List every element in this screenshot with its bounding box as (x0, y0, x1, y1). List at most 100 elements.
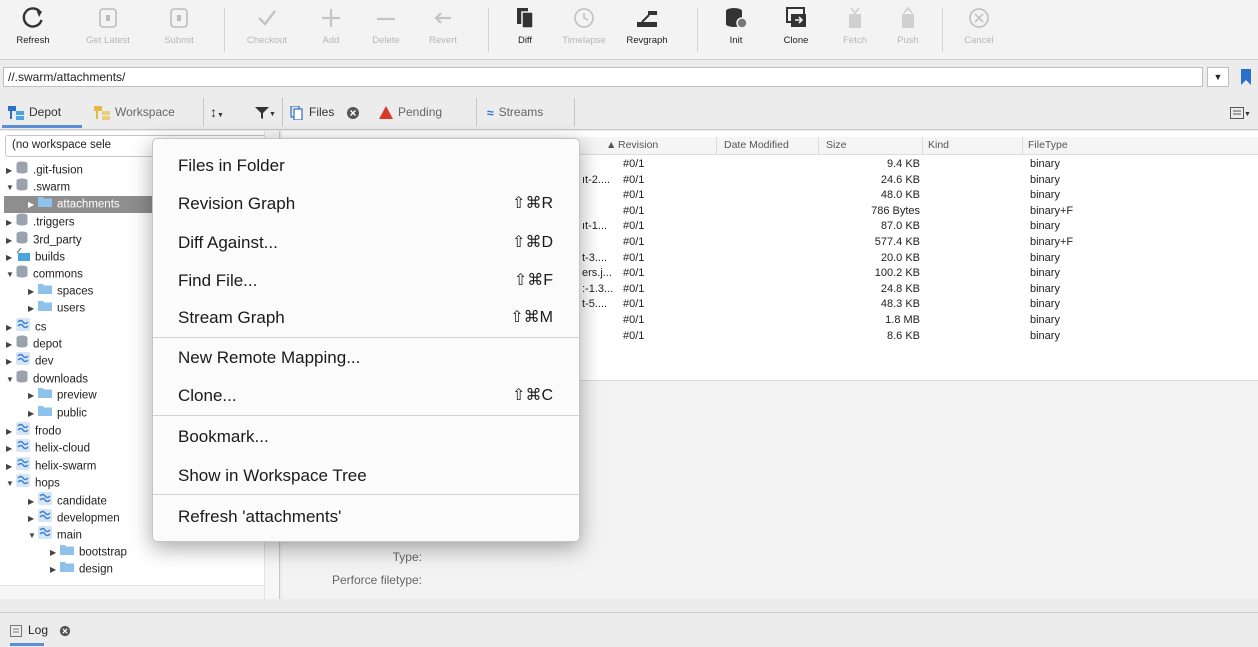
workspace-tree-icon (94, 105, 110, 120)
push-button[interactable]: Push (879, 3, 937, 57)
menu-item-refresh-attachments[interactable]: Refresh 'attachments' (153, 498, 579, 536)
tree-item[interactable]: ▼ hops (0, 474, 60, 491)
tree-item[interactable]: ▶ depot (0, 335, 62, 352)
disclosure-collapsed-icon[interactable]: ▶ (6, 353, 16, 370)
close-tab-icon[interactable] (346, 106, 360, 120)
disclosure-collapsed-icon[interactable]: ▶ (28, 405, 38, 422)
disclosure-collapsed-icon[interactable]: ▶ (28, 510, 38, 527)
disclosure-collapsed-icon[interactable]: ▶ (28, 387, 38, 404)
get-latest-button[interactable]: Get Latest (79, 3, 137, 57)
close-log-icon[interactable] (59, 625, 71, 637)
column-revision[interactable]: Revision (618, 139, 658, 151)
sort-button[interactable]: ↕▼ (210, 100, 224, 124)
fetch-button[interactable]: Fetch (826, 3, 884, 57)
disclosure-collapsed-icon[interactable]: ▶ (28, 300, 38, 317)
checkout-button[interactable]: Checkout (238, 3, 296, 57)
tree-item[interactable]: ▶ spaces (0, 283, 93, 300)
disclosure-collapsed-icon[interactable]: ▶ (28, 283, 38, 300)
menu-item-bookmark[interactable]: Bookmark... (153, 418, 579, 456)
clone-button[interactable]: Clone (767, 3, 825, 57)
chevron-down-icon: ▼ (1244, 111, 1251, 118)
column-filetype[interactable]: FileType (1028, 139, 1068, 151)
menu-item-stream-graph[interactable]: Stream Graph ⇧⌘M (153, 299, 579, 337)
disclosure-expanded-icon[interactable]: ▼ (6, 371, 16, 388)
delete-button[interactable]: Delete (357, 3, 415, 57)
tree-item[interactable]: ▶ dev (0, 352, 54, 369)
tree-item[interactable]: ▶ builds (0, 247, 65, 266)
column-kind[interactable]: Kind (928, 139, 949, 151)
tab-files[interactable]: Files (290, 100, 360, 124)
depot-path-input[interactable]: //.swarm/attachments/ (3, 67, 1203, 87)
disclosure-expanded-icon[interactable]: ▼ (28, 527, 38, 544)
menu-item-revision-graph[interactable]: Revision Graph ⇧⌘R (153, 185, 579, 223)
tree-item[interactable]: ▶ helix-swarm (0, 456, 96, 475)
column-divider (716, 137, 717, 155)
tree-item[interactable]: ▼ downloads (0, 370, 88, 387)
tree-item[interactable]: ▶ public (0, 405, 87, 422)
depot-icon (16, 161, 28, 180)
tree-item[interactable]: ▶ candidate (0, 491, 107, 510)
tab-workspace[interactable]: Workspace (94, 100, 175, 124)
disclosure-collapsed-icon[interactable]: ▶ (6, 440, 16, 457)
tree-item[interactable]: ▶ bootstrap (0, 544, 127, 561)
disclosure-collapsed-icon[interactable]: ▶ (28, 493, 38, 510)
menu-item-find-file[interactable]: Find File... ⇧⌘F (153, 262, 579, 300)
tree-item[interactable]: ▶ .git-fusion (0, 161, 83, 178)
tree-item[interactable]: ▼ .swarm (0, 178, 70, 195)
menu-item-clone[interactable]: Clone... ⇧⌘C (153, 377, 579, 415)
tab-streams[interactable]: ≈ Streams (487, 100, 543, 124)
disclosure-collapsed-icon[interactable]: ▶ (50, 544, 60, 561)
tree-item[interactable]: ▶ preview (0, 387, 97, 404)
revert-button[interactable]: Revert (414, 3, 472, 57)
revgraph-button[interactable]: Revgraph (618, 3, 676, 57)
column-size[interactable]: Size (826, 139, 846, 151)
cancel-button[interactable]: Cancel (950, 3, 1008, 57)
submit-button[interactable]: Submit (150, 3, 208, 57)
disclosure-expanded-icon[interactable]: ▼ (6, 475, 16, 492)
tree-item[interactable]: ▶ developmen (0, 509, 120, 526)
tree-item[interactable]: ▶ 3rd_party (0, 231, 82, 248)
tree-item[interactable]: ▶ design (0, 561, 113, 578)
bookmark-button[interactable] (1236, 67, 1258, 87)
tree-item[interactable]: ▼ main (0, 526, 82, 543)
log-tab[interactable]: Log (10, 623, 71, 637)
disclosure-collapsed-icon[interactable]: ▶ (6, 249, 16, 266)
filter-button[interactable]: ▼ (255, 100, 276, 124)
filetype-cell: binary (1030, 329, 1060, 342)
tree-item[interactable]: ▶ .triggers (0, 213, 75, 230)
tree-horizontal-scrollbar[interactable] (0, 585, 264, 599)
menu-item-new-remote-mapping[interactable]: New Remote Mapping... (153, 339, 579, 377)
tree-item[interactable]: ▶ frodo (0, 422, 61, 439)
disclosure-collapsed-icon[interactable]: ▶ (6, 336, 16, 353)
layout-options-button[interactable]: ▼ (1230, 100, 1251, 124)
menu-item-files-in-folder[interactable]: Files in Folder (153, 147, 579, 185)
tab-depot[interactable]: Depot (8, 100, 61, 124)
size-cell: 577.4 KB (874, 236, 920, 248)
tree-item[interactable]: ▼ commons (0, 265, 83, 282)
disclosure-collapsed-icon[interactable]: ▶ (28, 196, 38, 213)
disclosure-collapsed-icon[interactable]: ▶ (6, 232, 16, 249)
path-history-dropdown[interactable]: ▼ (1207, 67, 1229, 87)
tree-item[interactable]: ▶ helix-cloud (0, 439, 90, 456)
menu-item-diff-against[interactable]: Diff Against... ⇧⌘D (153, 224, 579, 262)
disclosure-collapsed-icon[interactable]: ▶ (50, 561, 60, 578)
add-button[interactable]: Add (302, 3, 360, 57)
disclosure-collapsed-icon[interactable]: ▶ (6, 214, 16, 231)
menu-item-show-in-workspace-tree[interactable]: Show in Workspace Tree (153, 457, 579, 495)
toolbar-divider (224, 8, 225, 52)
timelapse-button[interactable]: Timelapse (555, 3, 613, 57)
disclosure-collapsed-icon[interactable]: ▶ (6, 319, 16, 336)
disclosure-collapsed-icon[interactable]: ▶ (6, 162, 16, 179)
column-date-modified[interactable]: Date Modified (724, 139, 789, 151)
disclosure-expanded-icon[interactable]: ▼ (6, 266, 16, 283)
size-cell: 8.6 KB (886, 329, 920, 342)
tree-item[interactable]: ▶ cs (0, 317, 47, 336)
init-button[interactable]: Init (707, 3, 765, 57)
tab-pending[interactable]: Pending (379, 100, 442, 124)
diff-button[interactable]: Diff (496, 3, 554, 57)
disclosure-expanded-icon[interactable]: ▼ (6, 179, 16, 196)
refresh-button[interactable]: Refresh (4, 3, 62, 57)
disclosure-collapsed-icon[interactable]: ▶ (6, 458, 16, 475)
disclosure-collapsed-icon[interactable]: ▶ (6, 423, 16, 440)
tree-item[interactable]: ▶ users (0, 300, 85, 317)
